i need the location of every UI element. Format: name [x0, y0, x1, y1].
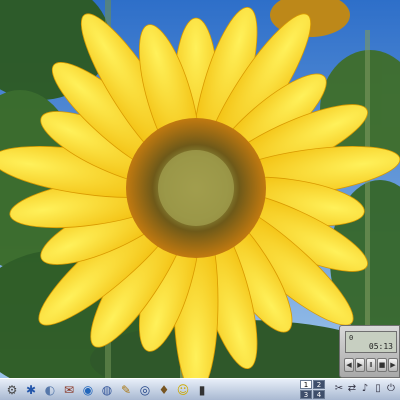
desktop-1[interactable]: 1	[300, 380, 312, 389]
media-lcd-display: 0 05:13	[345, 331, 397, 353]
media-player-widget[interactable]: 0 05:13 ◀ ▶ Ⅱ ■ ▶	[339, 325, 400, 378]
system-tray: ✂ ⇄ ♪ ▯ ⏻	[330, 381, 400, 399]
photo-icon[interactable]: ♦	[156, 382, 172, 398]
mail-icon[interactable]: ✉	[61, 382, 77, 398]
terminal-icon[interactable]: ▮	[194, 382, 210, 398]
track-time: 05:13	[368, 342, 393, 351]
desktop-2[interactable]: 2	[313, 380, 325, 389]
sunflower-center	[158, 150, 234, 226]
play-button[interactable]: ▶	[355, 358, 365, 372]
system-menu-icon[interactable]: ⚙	[4, 382, 20, 398]
office-icon[interactable]: ◍	[99, 382, 115, 398]
messenger-icon[interactable]: ◎	[137, 382, 153, 398]
battery-icon[interactable]: ▯	[371, 382, 385, 396]
network-icon[interactable]: ⇄	[345, 382, 359, 396]
sound-icon[interactable]: ♪	[358, 382, 372, 396]
power-icon[interactable]: ⏻	[384, 382, 398, 396]
next-button[interactable]: ▶	[388, 358, 398, 372]
desktop-3[interactable]: 3	[300, 390, 312, 399]
taskbar: ⚙ ✱ ◐ ✉ ◉ ◍ ✎ ◎ ♦ ☺ ▮ 1 2 3 4 ✂ ⇄ ♪ ▯ ⏻	[0, 378, 400, 400]
desktop-4[interactable]: 4	[313, 390, 325, 399]
chat-icon[interactable]: ☺	[175, 382, 191, 398]
kde-gear-icon[interactable]: ✱	[23, 382, 39, 398]
previous-button[interactable]: ◀	[344, 358, 354, 372]
track-number: 0	[349, 334, 354, 342]
globe-icon[interactable]: ◉	[80, 382, 96, 398]
desktop-wallpaper	[0, 0, 400, 378]
stop-button[interactable]: ■	[377, 358, 387, 372]
pause-button[interactable]: Ⅱ	[366, 358, 376, 372]
sunflower-image	[0, 0, 400, 378]
desktop-pager: 1 2 3 4	[300, 380, 326, 400]
konqueror-icon[interactable]: ◐	[42, 382, 58, 398]
clipboard-icon[interactable]: ✂	[332, 382, 346, 396]
paint-icon[interactable]: ✎	[118, 382, 134, 398]
